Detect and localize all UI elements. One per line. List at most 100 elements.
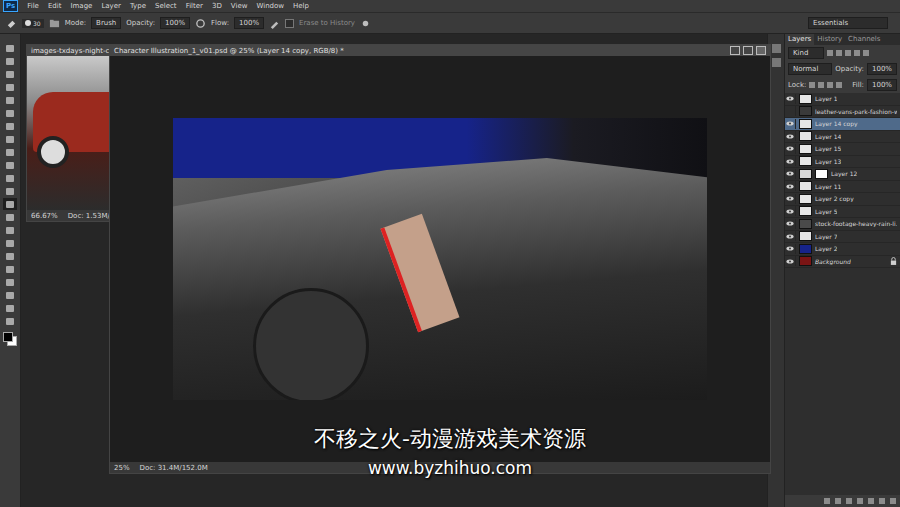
fill-field[interactable]: 100% bbox=[867, 79, 897, 91]
visibility-toggle[interactable] bbox=[785, 144, 796, 154]
layer-name[interactable]: Layer 2 bbox=[815, 245, 837, 252]
layer-row[interactable]: Layer 14 copy bbox=[785, 118, 900, 131]
layer-name[interactable]: Background bbox=[815, 258, 851, 265]
visibility-toggle[interactable] bbox=[785, 231, 796, 241]
tool-button[interactable] bbox=[3, 263, 17, 275]
app-logo[interactable]: Ps bbox=[3, 0, 18, 12]
tool-button[interactable] bbox=[3, 146, 17, 158]
menu-item[interactable]: View bbox=[231, 0, 248, 12]
opacity-field[interactable]: 100% bbox=[160, 17, 190, 29]
menu-item[interactable]: Type bbox=[130, 0, 146, 12]
layer-action-icon[interactable] bbox=[890, 498, 896, 504]
tool-button[interactable] bbox=[3, 172, 17, 184]
erase-to-history-checkbox[interactable] bbox=[285, 19, 294, 28]
tool-button[interactable] bbox=[3, 55, 17, 67]
layer-row[interactable]: Layer 15 bbox=[785, 143, 900, 156]
blend-mode-dropdown[interactable]: Normal bbox=[788, 63, 832, 75]
layer-name[interactable]: Layer 11 bbox=[815, 183, 841, 190]
filter-icon[interactable] bbox=[845, 50, 851, 56]
workspace-dropdown[interactable]: Essentials bbox=[808, 17, 888, 29]
foreground-color[interactable] bbox=[3, 332, 13, 342]
menu-item[interactable]: Layer bbox=[101, 0, 121, 12]
tool-button[interactable] bbox=[3, 68, 17, 80]
pressure-size-icon[interactable] bbox=[360, 18, 371, 29]
airbrush-icon[interactable] bbox=[269, 18, 280, 29]
visibility-toggle[interactable] bbox=[785, 206, 796, 216]
tool-button[interactable] bbox=[3, 94, 17, 106]
visibility-toggle[interactable] bbox=[785, 131, 796, 141]
visibility-toggle[interactable] bbox=[785, 256, 796, 266]
tool-button[interactable] bbox=[3, 120, 17, 132]
tool-button[interactable] bbox=[3, 159, 17, 171]
tool-button[interactable] bbox=[3, 315, 17, 327]
visibility-toggle[interactable] bbox=[785, 219, 796, 229]
minimize-icon[interactable] bbox=[730, 46, 740, 55]
menu-item[interactable]: 3D bbox=[212, 0, 222, 12]
menu-item[interactable]: Select bbox=[155, 0, 177, 12]
maximize-icon[interactable] bbox=[743, 46, 753, 55]
panel-tab[interactable]: Layers bbox=[785, 34, 814, 45]
lock-icon[interactable] bbox=[818, 82, 824, 88]
zoom-level[interactable]: 25% bbox=[114, 464, 130, 472]
layer-row[interactable]: Layer 12 bbox=[785, 168, 900, 181]
flow-field[interactable]: 100% bbox=[234, 17, 264, 29]
layer-action-icon[interactable] bbox=[857, 498, 863, 504]
layer-row[interactable]: Layer 14 bbox=[785, 131, 900, 144]
panel-tab[interactable]: Channels bbox=[845, 34, 883, 45]
visibility-toggle[interactable] bbox=[785, 94, 796, 104]
layer-name[interactable]: stock-footage-heavy-rain-li... bbox=[815, 220, 897, 227]
menu-item[interactable]: Image bbox=[70, 0, 92, 12]
tool-button[interactable] bbox=[3, 81, 17, 93]
tool-button[interactable] bbox=[3, 185, 17, 197]
pressure-opacity-icon[interactable] bbox=[195, 18, 206, 29]
zoom-level[interactable]: 66.67% bbox=[31, 212, 58, 220]
document-tab[interactable]: Character Illustration_1_v01.psd @ 25% (… bbox=[110, 45, 770, 56]
visibility-toggle[interactable] bbox=[785, 156, 796, 166]
layer-row[interactable]: leather-vans-park-fashion-w... bbox=[785, 106, 900, 119]
tool-button[interactable] bbox=[3, 224, 17, 236]
color-swatches[interactable] bbox=[3, 332, 17, 346]
layer-row[interactable]: Layer 1 bbox=[785, 93, 900, 106]
document-window[interactable]: Character Illustration_1_v01.psd @ 25% (… bbox=[109, 44, 771, 474]
lock-icon[interactable] bbox=[827, 82, 833, 88]
layer-name[interactable]: Layer 15 bbox=[815, 145, 841, 152]
layer-row[interactable]: Layer 7 bbox=[785, 231, 900, 244]
filter-icon[interactable] bbox=[863, 50, 869, 56]
canvas-area[interactable] bbox=[110, 56, 770, 462]
menu-item[interactable]: Window bbox=[256, 0, 284, 12]
document-window[interactable]: images-txdays-night-cars-cars...66.67%Do… bbox=[26, 44, 112, 222]
layer-row[interactable]: Layer 2 bbox=[785, 243, 900, 256]
layer-row[interactable]: Background bbox=[785, 256, 900, 269]
layer-row[interactable]: Layer 5 bbox=[785, 206, 900, 219]
menu-item[interactable]: Help bbox=[293, 0, 309, 12]
layer-name[interactable]: Layer 13 bbox=[815, 158, 841, 165]
layer-row[interactable]: Layer 13 bbox=[785, 156, 900, 169]
menu-item[interactable]: Edit bbox=[48, 0, 62, 12]
filter-icon[interactable] bbox=[854, 50, 860, 56]
brush-panel-icon[interactable] bbox=[49, 18, 60, 29]
panel-icon[interactable] bbox=[772, 58, 781, 67]
filter-kind-dropdown[interactable]: Kind bbox=[788, 47, 824, 59]
mode-dropdown[interactable]: Brush bbox=[91, 17, 121, 29]
tool-button[interactable] bbox=[3, 198, 17, 210]
visibility-toggle[interactable] bbox=[785, 244, 796, 254]
layer-name[interactable]: Layer 5 bbox=[815, 208, 837, 215]
layer-row[interactable]: Layer 2 copy bbox=[785, 193, 900, 206]
tool-button[interactable] bbox=[3, 302, 17, 314]
layer-name[interactable]: Layer 14 bbox=[815, 133, 841, 140]
menu-item[interactable]: Filter bbox=[186, 0, 203, 12]
layer-action-icon[interactable] bbox=[824, 498, 830, 504]
tool-button[interactable] bbox=[3, 42, 17, 54]
layer-action-icon[interactable] bbox=[846, 498, 852, 504]
eraser-icon[interactable] bbox=[6, 18, 17, 29]
panel-tab[interactable]: History bbox=[814, 34, 845, 45]
filter-icon[interactable] bbox=[827, 50, 833, 56]
panel-icon[interactable] bbox=[772, 44, 781, 53]
layer-action-icon[interactable] bbox=[835, 498, 841, 504]
layer-opacity-field[interactable]: 100% bbox=[867, 63, 897, 75]
tool-button[interactable] bbox=[3, 107, 17, 119]
tool-button[interactable] bbox=[3, 237, 17, 249]
layer-name[interactable]: leather-vans-park-fashion-w... bbox=[815, 108, 897, 115]
layer-name[interactable]: Layer 1 bbox=[815, 95, 837, 102]
layer-name[interactable]: Layer 14 copy bbox=[815, 120, 858, 127]
